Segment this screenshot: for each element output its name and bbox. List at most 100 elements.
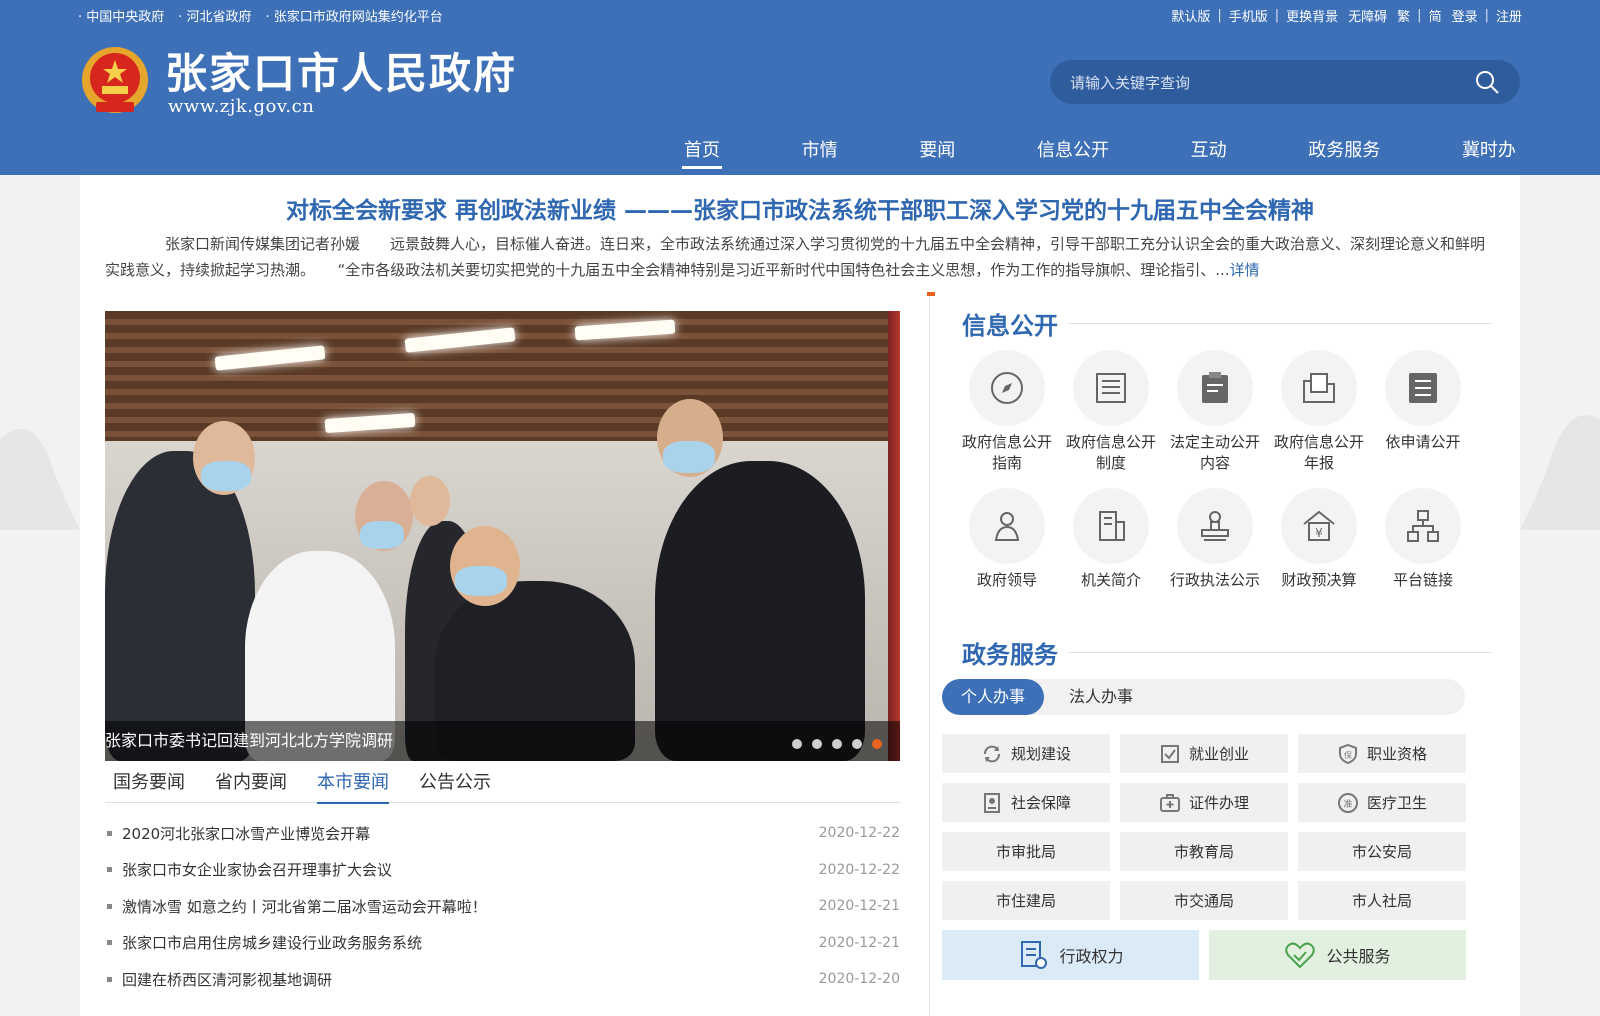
service-approval-bureau-button[interactable]: 市审批局 <box>942 832 1110 871</box>
news-title[interactable]: 张家口市女企业家协会召开理事扩大会议 <box>122 859 819 880</box>
news-title[interactable]: 张家口市启用住房城乡建设行业政务服务系统 <box>122 932 819 953</box>
link-platform[interactable]: · 张家口市政府网站集约化平台 <box>266 6 443 25</box>
slide-pagination <box>792 739 882 749</box>
service-employment-button[interactable]: 就业创业 <box>1120 734 1288 773</box>
link-default-version[interactable]: 默认版 <box>1171 6 1210 25</box>
admin-power-button[interactable]: 行政权力 <box>942 930 1199 980</box>
gov-service-big-buttons: 行政权力 公共服务 <box>942 930 1466 980</box>
slide-dot[interactable] <box>792 739 802 749</box>
info-item-label: 政府信息公开制度 <box>1065 433 1156 472</box>
nav-home[interactable]: 首页 <box>680 132 724 175</box>
service-transport-bureau-button[interactable]: 市交通局 <box>1120 881 1288 920</box>
search-icon[interactable] <box>1474 69 1500 95</box>
slide-dot[interactable] <box>832 739 842 749</box>
info-item-budget[interactable]: ¥ 财政预决算 <box>1267 488 1371 591</box>
site-header: · 中国中央政府 · 河北省政府 · 张家口市政府网站集约化平台 默认版 | 手机… <box>0 0 1600 175</box>
top-right-links: 默认版 | 手机版 | 更换背景 无障碍 繁 | 简 登录 | 注册 <box>1171 6 1522 25</box>
tab-announcements[interactable]: 公告公示 <box>419 765 491 803</box>
nav-city-info[interactable]: 市情 <box>798 132 842 175</box>
nav-gov-service[interactable]: 政务服务 <box>1304 132 1384 175</box>
service-social-security-button[interactable]: 社会保障 <box>942 783 1110 822</box>
list-item[interactable]: 2020河北张家口冰雪产业博览会开幕 2020-12-22 <box>105 815 900 852</box>
list-item[interactable]: 激情冰雪 如意之约丨河北省第二届冰雪运动会开幕啦！ 2020-12-21 <box>105 888 900 925</box>
service-qualification-button[interactable]: 保职业资格 <box>1298 734 1466 773</box>
info-item-statutory[interactable]: 法定主动公开内容 <box>1163 350 1267 474</box>
link-accessibility[interactable]: 无障碍 <box>1348 6 1387 25</box>
checkbox-icon <box>1160 744 1179 763</box>
handshake-heart-icon <box>1285 942 1316 969</box>
nav-interaction[interactable]: 互动 <box>1187 132 1231 175</box>
info-item-label: 法定主动公开内容 <box>1169 433 1260 472</box>
main-content: 对标全会新要求 再创政法新业绩 ———张家口市政法系统干部职工深入学习党的十九届… <box>80 175 1520 1016</box>
info-item-annual-report[interactable]: 政府信息公开年报 <box>1267 350 1371 474</box>
nav-info-public[interactable]: 信息公开 <box>1033 132 1113 175</box>
service-certificate-button[interactable]: 证件办理 <box>1120 783 1288 822</box>
link-login[interactable]: 登录 <box>1452 6 1478 25</box>
link-mobile-version[interactable]: 手机版 <box>1229 6 1268 25</box>
list-item[interactable]: 回建在桥西区清河影视基地调研 2020-12-20 <box>105 961 900 998</box>
feature-headline[interactable]: 对标全会新要求 再创政法新业绩 ———张家口市政法系统干部职工深入学习党的十九届… <box>80 191 1520 225</box>
medical-seal-icon: 准 <box>1337 792 1358 813</box>
feature-summary: 张家口新闻传媒集团记者孙媛 远景鼓舞人心，目标催人奋进。连日来，全市政法系统通过… <box>105 235 1486 279</box>
tab-corporate[interactable]: 法人办事 <box>1050 679 1152 715</box>
gov-service-heading: 政务服务 <box>962 632 1492 672</box>
info-item-leaders[interactable]: 政府领导 <box>955 488 1059 591</box>
slide-dot[interactable] <box>852 739 862 749</box>
link-central-gov[interactable]: · 中国中央政府 <box>78 6 164 25</box>
service-education-bureau-button[interactable]: 市教育局 <box>1120 832 1288 871</box>
tab-provincial-news[interactable]: 省内要闻 <box>215 765 287 803</box>
link-traditional[interactable]: 繁 <box>1397 6 1410 25</box>
photo-slideshow[interactable]: 张家口市委书记回建到河北北方学院调研 <box>105 311 900 761</box>
document-list-icon <box>1096 373 1126 403</box>
svg-text:准: 准 <box>1343 799 1352 810</box>
service-housing-bureau-button[interactable]: 市住建局 <box>942 881 1110 920</box>
list-icon <box>1409 373 1437 403</box>
info-item-on-request[interactable]: 依申请公开 <box>1371 350 1475 474</box>
background-mountain-left <box>0 428 80 530</box>
tab-city-news[interactable]: 本市要闻 <box>317 765 389 804</box>
link-change-background[interactable]: 更换背景 <box>1286 6 1338 25</box>
info-public-title: 信息公开 <box>962 311 1058 340</box>
top-left-links: · 中国中央政府 · 河北省政府 · 张家口市政府网站集约化平台 <box>78 6 443 25</box>
yuan-house-icon: ¥ <box>1303 510 1335 541</box>
link-hebei-gov[interactable]: · 河北省政府 <box>178 6 251 25</box>
news-title[interactable]: 激情冰雪 如意之约丨河北省第二届冰雪运动会开幕啦！ <box>122 896 819 917</box>
info-item-guide[interactable]: 政府信息公开指南 <box>955 350 1059 474</box>
admin-doc-icon <box>1021 941 1048 969</box>
news-date: 2020-12-21 <box>818 898 900 915</box>
service-police-bureau-button[interactable]: 市公安局 <box>1298 832 1466 871</box>
nav-jishiban[interactable]: 冀时办 <box>1458 132 1520 175</box>
feature-more-link[interactable]: 详情 <box>1230 261 1260 279</box>
list-item[interactable]: 张家口市女企业家协会召开理事扩大会议 2020-12-22 <box>105 852 900 889</box>
building-icon <box>1099 511 1125 541</box>
info-item-platform-links[interactable]: 平台链接 <box>1371 488 1475 591</box>
svg-text:¥: ¥ <box>1315 526 1323 540</box>
slide-dot[interactable] <box>812 739 822 749</box>
site-title: 张家口市人民政府 <box>165 49 518 98</box>
info-item-label: 依申请公开 <box>1385 433 1461 451</box>
column-divider <box>929 296 930 1016</box>
tab-national-news[interactable]: 国务要闻 <box>113 765 185 803</box>
info-item-system[interactable]: 政府信息公开制度 <box>1059 350 1163 474</box>
news-title[interactable]: 回建在桥西区清河影视基地调研 <box>122 969 819 990</box>
gov-service-tabs: 个人办事 法人办事 <box>942 679 1465 715</box>
info-item-law-enforcement[interactable]: 行政执法公示 <box>1163 488 1267 591</box>
link-register[interactable]: 注册 <box>1496 6 1522 25</box>
service-hr-bureau-button[interactable]: 市人社局 <box>1298 881 1466 920</box>
news-tabs: 国务要闻 省内要闻 本市要闻 公告公示 <box>105 765 900 804</box>
service-planning-button[interactable]: 规划建设 <box>942 734 1110 773</box>
info-item-org-intro[interactable]: 机关简介 <box>1059 488 1163 591</box>
service-medical-button[interactable]: 准医疗卫生 <box>1298 783 1466 822</box>
nav-news[interactable]: 要闻 <box>915 132 959 175</box>
slide-caption[interactable]: 张家口市委书记回建到河北北方学院调研 <box>105 727 393 751</box>
news-title[interactable]: 2020河北张家口冰雪产业博览会开幕 <box>122 823 819 844</box>
link-simplified[interactable]: 简 <box>1429 6 1442 25</box>
list-item[interactable]: 张家口市启用住房城乡建设行业政务服务系统 2020-12-21 <box>105 925 900 962</box>
search-input[interactable]: 请输入关键字查询 <box>1070 72 1474 93</box>
info-item-label: 机关简介 <box>1080 571 1141 589</box>
public-service-button[interactable]: 公共服务 <box>1209 930 1466 980</box>
info-item-label: 政府领导 <box>976 571 1037 589</box>
info-item-label: 行政执法公示 <box>1169 571 1260 589</box>
slide-dot-active[interactable] <box>872 739 882 749</box>
tab-personal[interactable]: 个人办事 <box>942 679 1044 715</box>
